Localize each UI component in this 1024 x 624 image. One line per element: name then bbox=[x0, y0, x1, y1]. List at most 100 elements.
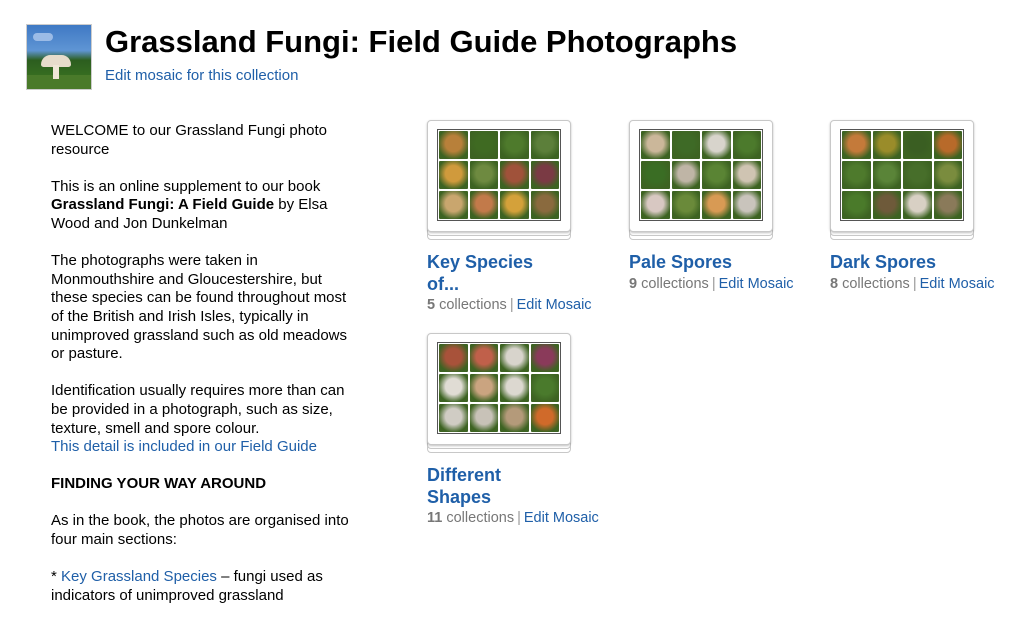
mosaic-photo-tile bbox=[842, 161, 871, 189]
finding-your-way-heading: FINDING YOUR WAY AROUND bbox=[51, 475, 267, 493]
set-mosaic-stack[interactable] bbox=[830, 120, 974, 240]
mosaic-photo-tile bbox=[439, 344, 468, 372]
mosaic-photo-tile bbox=[842, 191, 871, 219]
mosaic-photo-tile bbox=[469, 191, 498, 219]
mosaic-photo-tile bbox=[732, 191, 761, 219]
mosaic-photo-tile bbox=[903, 191, 932, 219]
photo-mosaic bbox=[437, 129, 561, 221]
mosaic-photo-tile bbox=[469, 161, 498, 189]
mosaic-photo-tile bbox=[439, 131, 468, 159]
stack-layer bbox=[427, 333, 571, 445]
set-title-link[interactable]: Dark Spores bbox=[830, 251, 936, 273]
mosaic-photo-tile bbox=[933, 191, 962, 219]
mosaic-photo-tile bbox=[530, 344, 559, 372]
mosaic-photo-tile bbox=[872, 131, 901, 159]
meta-separator: | bbox=[517, 510, 521, 526]
sky-cloud bbox=[33, 33, 53, 41]
mosaic-photo-tile bbox=[641, 161, 670, 189]
stack-layer bbox=[629, 120, 773, 232]
mosaic-photo-tile bbox=[469, 131, 498, 159]
stack-layer bbox=[427, 120, 571, 232]
mosaic-photo-tile bbox=[903, 161, 932, 189]
mosaic-photo-tile bbox=[732, 161, 761, 189]
set-title-link[interactable]: Pale Spores bbox=[629, 251, 732, 273]
mosaic-photo-tile bbox=[500, 374, 529, 402]
meta-separator: | bbox=[711, 276, 716, 292]
mosaic-photo-tile bbox=[439, 191, 468, 219]
location-paragraph: The photographs were taken in Monmouthsh… bbox=[51, 252, 347, 363]
edit-mosaic-link[interactable]: Edit Mosaic bbox=[719, 276, 794, 292]
organisation-paragraph: As in the book, the photos are organised… bbox=[51, 512, 349, 549]
set-mosaic-stack[interactable] bbox=[427, 333, 571, 453]
mosaic-photo-tile bbox=[641, 191, 670, 219]
mosaic-photo-tile bbox=[671, 191, 700, 219]
mosaic-photo-tile bbox=[500, 404, 529, 432]
collection-cover-thumbnail[interactable] bbox=[26, 24, 92, 90]
mosaic-photo-tile bbox=[702, 191, 731, 219]
mosaic-photo-tile bbox=[872, 191, 901, 219]
photo-mosaic bbox=[437, 342, 561, 434]
mosaic-photo-tile bbox=[439, 161, 468, 189]
collection-count-label: collections bbox=[637, 276, 709, 292]
collection-header: Grassland Fungi: Field Guide Photographs… bbox=[26, 24, 1016, 90]
mosaic-photo-tile bbox=[469, 404, 498, 432]
mosaic-photo-tile bbox=[933, 131, 962, 159]
mosaic-photo-tile bbox=[500, 131, 529, 159]
book-title: Grassland Fungi: A Field Guide bbox=[51, 196, 275, 214]
mosaic-photo-tile bbox=[439, 374, 468, 402]
photo-mosaic bbox=[840, 129, 964, 221]
set-title-line: of... bbox=[427, 274, 459, 294]
collection-count-label: collections bbox=[435, 297, 507, 313]
set-mosaic-stack[interactable] bbox=[629, 120, 773, 240]
mosaic-photo-tile bbox=[903, 131, 932, 159]
set-meta: 11 collections | Edit Mosaic bbox=[427, 510, 599, 526]
mosaic-photo-tile bbox=[500, 344, 529, 372]
photo-mosaic bbox=[639, 129, 763, 221]
edit-mosaic-link[interactable]: Edit Mosaic bbox=[920, 276, 995, 292]
set-meta: 9 collections | Edit Mosaic bbox=[629, 276, 794, 292]
meta-separator: | bbox=[912, 276, 917, 292]
set-card: Different Shapes 11 collections | Edit Mosa… bbox=[427, 333, 617, 533]
mosaic-photo-tile bbox=[702, 161, 731, 189]
mosaic-photo-tile bbox=[469, 344, 498, 372]
page-title: Grassland Fungi: Field Guide Photographs bbox=[105, 24, 738, 59]
mosaic-photo-tile bbox=[500, 161, 529, 189]
mosaic-photo-tile bbox=[671, 131, 700, 159]
mosaic-photo-tile bbox=[530, 374, 559, 402]
collection-count: 5 bbox=[427, 297, 436, 313]
mosaic-photo-tile bbox=[530, 131, 559, 159]
meta-separator: | bbox=[509, 297, 514, 313]
mosaic-photo-tile bbox=[702, 131, 731, 159]
set-meta: 8 collections | Edit Mosaic bbox=[830, 276, 995, 292]
collection-count: 11 bbox=[427, 510, 443, 526]
mosaic-photo-tile bbox=[842, 131, 871, 159]
mushroom-stem bbox=[53, 65, 59, 79]
identification-paragraph: Identification usually requires more tha… bbox=[51, 382, 351, 456]
stack-layer bbox=[830, 120, 974, 232]
grass bbox=[27, 75, 91, 89]
mosaic-photo-tile bbox=[872, 161, 901, 189]
set-meta: 5 collections | Edit Mosaic bbox=[427, 297, 592, 313]
edit-mosaic-link[interactable]: Edit Mosaic bbox=[524, 510, 599, 526]
section-heading: FINDING YOUR WAY AROUND bbox=[51, 475, 351, 494]
collection-count: 8 bbox=[830, 276, 839, 292]
set-mosaic-stack[interactable] bbox=[427, 120, 571, 240]
set-card: Pale Spores 9 collections | Edit Mosaic bbox=[629, 120, 819, 300]
mosaic-photo-tile bbox=[671, 161, 700, 189]
collection-count-label: collections bbox=[838, 276, 910, 292]
edit-collection-mosaic-link[interactable]: Edit mosaic for this collection bbox=[105, 67, 298, 84]
mosaic-photo-tile bbox=[530, 404, 559, 432]
mosaic-photo-tile bbox=[641, 131, 670, 159]
field-guide-link[interactable]: This detail is included in our Field Gui… bbox=[51, 438, 317, 455]
mosaic-photo-tile bbox=[439, 404, 468, 432]
mosaic-photo-tile bbox=[530, 161, 559, 189]
mosaic-photo-tile bbox=[469, 374, 498, 402]
mosaic-photo-tile bbox=[530, 191, 559, 219]
edit-mosaic-link[interactable]: Edit Mosaic bbox=[517, 297, 592, 313]
section-list-item: * Key Grassland Species – fungi used as … bbox=[51, 568, 351, 605]
set-title-link[interactable]: Different Shapes bbox=[427, 464, 501, 508]
key-grassland-species-link[interactable]: Key Grassland Species bbox=[61, 568, 217, 585]
book-intro-text: This is an online supplement to our book bbox=[51, 177, 321, 195]
set-title-link[interactable]: Key Species of... bbox=[427, 251, 533, 295]
mosaic-photo-tile bbox=[732, 131, 761, 159]
